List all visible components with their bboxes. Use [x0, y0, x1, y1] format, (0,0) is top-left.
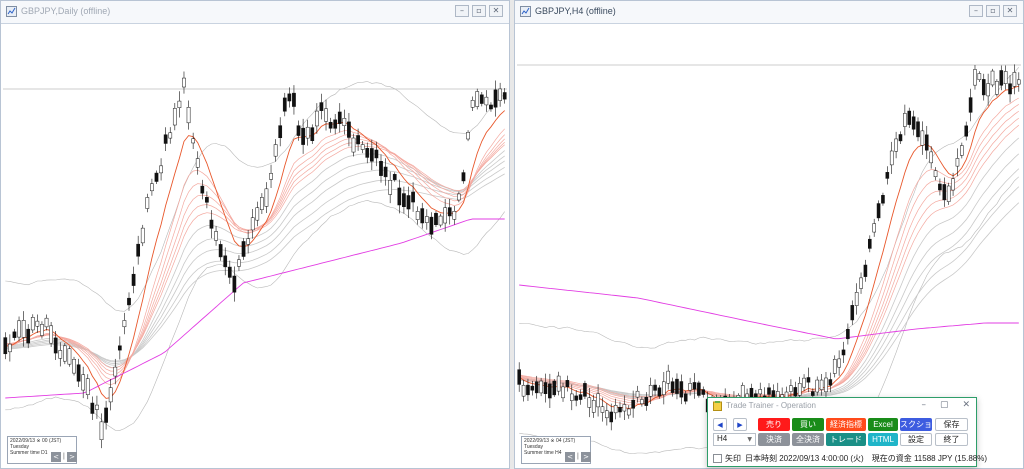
- prev-bar-button[interactable]: <: [565, 452, 575, 462]
- status-text: 日本時刻 2022/09/13 4:00:00 (火) 現在の資金 11588 …: [745, 454, 988, 463]
- chart-window-daily[interactable]: GBPJPY,Daily (offline) – ▫ ✕ 2022/09/13 …: [0, 0, 510, 469]
- candlestick-chart: [3, 71, 507, 449]
- arrow-checkbox-label: 矢印: [725, 454, 741, 463]
- panel-title: Trade Trainer - Operation: [726, 401, 816, 410]
- settle-all-button[interactable]: 全決済: [792, 433, 824, 446]
- minimize-button[interactable]: –: [969, 5, 983, 17]
- title-bar[interactable]: GBPJPY,H4 (offline) – ▫ ✕: [515, 1, 1023, 24]
- close-button[interactable]: ✕: [1003, 5, 1017, 17]
- prev-arrow-button[interactable]: ◀: [713, 418, 727, 431]
- next-arrow-button[interactable]: ▶: [733, 418, 747, 431]
- timeframe-value: H4: [717, 434, 728, 443]
- trade-trainer-panel[interactable]: Trade Trainer - Operation – ▢ ✕ ◀ ▶ 売り 買…: [707, 397, 987, 467]
- maximize-button[interactable]: ▫: [472, 5, 486, 17]
- buy-button[interactable]: 買い: [792, 418, 824, 431]
- panel-title-bar[interactable]: Trade Trainer - Operation – ▢ ✕: [708, 398, 976, 414]
- trade-button[interactable]: トレード: [826, 433, 866, 446]
- maximize-button[interactable]: ▢: [940, 400, 949, 410]
- arrow-checkbox[interactable]: [713, 454, 722, 463]
- screenshot-button[interactable]: スクショ: [900, 418, 932, 431]
- info-timeframe: H4: [555, 450, 562, 456]
- close-button[interactable]: ✕: [962, 400, 970, 410]
- excel-button[interactable]: Excel: [868, 418, 898, 431]
- maximize-button[interactable]: ▫: [986, 5, 1000, 17]
- prev-bar-button[interactable]: <: [51, 452, 61, 462]
- separator: |: [63, 453, 65, 460]
- chevron-down-icon: ▼: [747, 436, 752, 443]
- html-button[interactable]: HTML: [868, 433, 898, 446]
- economic-indicators-button[interactable]: 経済指標: [826, 418, 866, 431]
- close-button[interactable]: ✕: [489, 5, 503, 17]
- window-title: GBPJPY,Daily (offline): [21, 6, 111, 16]
- price-chart-daily[interactable]: 2022/09/13 ※ 00 (JST) Tuesday Summer tim…: [3, 23, 507, 468]
- settle-button[interactable]: 決済: [758, 433, 790, 446]
- title-bar[interactable]: GBPJPY,Daily (offline) – ▫ ✕: [1, 1, 509, 24]
- chart-window-icon: [6, 6, 17, 17]
- minimize-button[interactable]: –: [921, 400, 926, 410]
- next-bar-button[interactable]: >: [581, 452, 591, 462]
- exit-button[interactable]: 終了: [935, 433, 968, 446]
- sell-button[interactable]: 売り: [758, 418, 790, 431]
- info-summer: Summer time: [10, 450, 40, 456]
- timeframe-select[interactable]: H4 ▼: [713, 433, 756, 446]
- save-button[interactable]: 保存: [935, 418, 968, 431]
- chart-window-icon: [520, 6, 531, 17]
- info-timeframe: D1: [41, 450, 48, 456]
- info-summer: Summer time: [524, 450, 554, 456]
- separator: |: [577, 453, 579, 460]
- app-icon: [713, 401, 722, 411]
- next-bar-button[interactable]: >: [67, 452, 77, 462]
- settings-button[interactable]: 設定: [900, 433, 932, 446]
- window-title: GBPJPY,H4 (offline): [535, 6, 616, 16]
- minimize-button[interactable]: –: [455, 5, 469, 17]
